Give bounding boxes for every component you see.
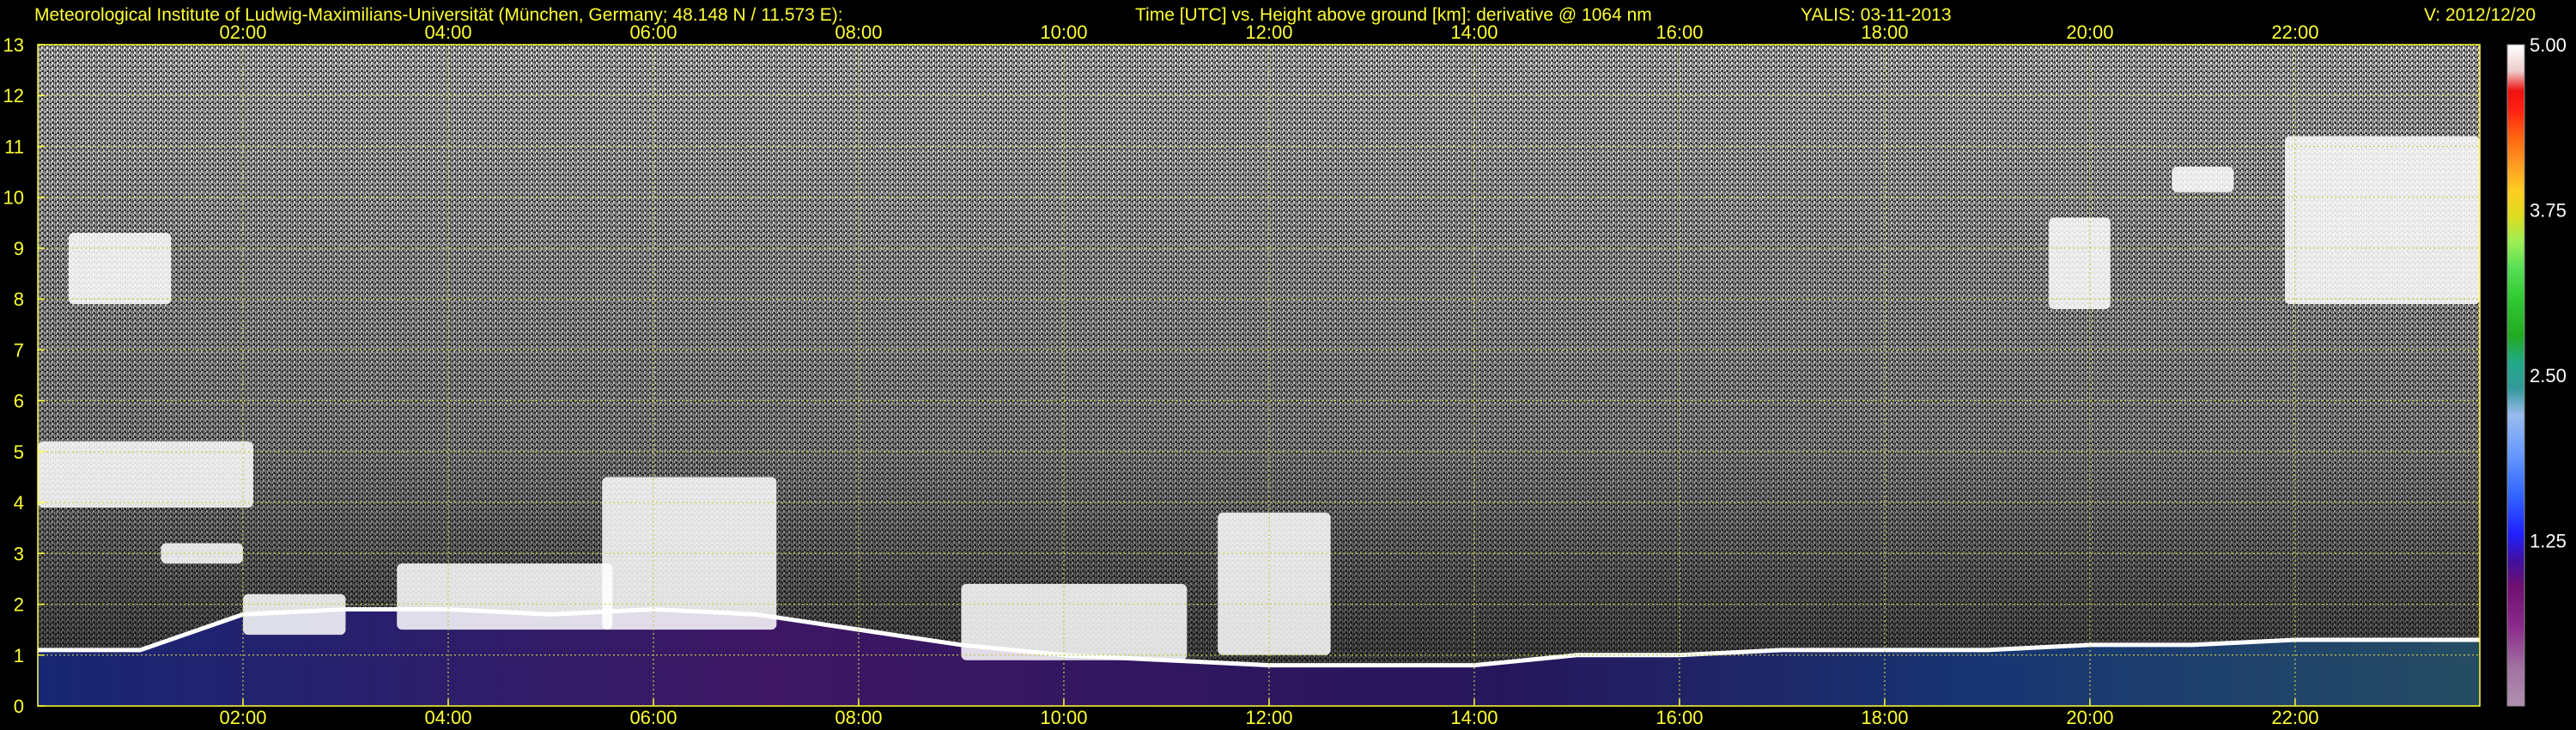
x-tick-label-top: 08:00 — [835, 21, 882, 43]
y-tick-label: 13 — [3, 34, 24, 56]
x-tick-label-top: 18:00 — [1861, 21, 1908, 43]
x-tick-label-top: 22:00 — [2271, 21, 2318, 43]
colorbar-gradient — [2507, 45, 2524, 706]
y-tick-label: 2 — [14, 594, 24, 616]
cloud-feature — [68, 233, 172, 305]
y-tick-label: 3 — [14, 543, 24, 564]
y-tick-label: 10 — [3, 187, 24, 209]
cloud-feature — [2172, 167, 2234, 192]
cloud-feature — [242, 593, 346, 636]
cloud-feature — [2284, 136, 2480, 305]
y-tick-label: 9 — [14, 238, 24, 259]
y-tick-label: 11 — [4, 136, 24, 157]
x-tick-label-bottom: 12:00 — [1245, 707, 1292, 728]
y-tick-label: 0 — [14, 696, 24, 717]
x-tick-label-bottom: 10:00 — [1040, 707, 1087, 728]
colorbar-tick-label: 2.50 — [2530, 365, 2567, 386]
x-tick-label-top: 10:00 — [1040, 21, 1087, 43]
y-tick-label: 4 — [14, 492, 24, 514]
cloud-feature — [602, 477, 777, 630]
y-tick-label: 12 — [3, 85, 24, 106]
y-tick-label: 6 — [14, 391, 24, 412]
y-tick-label: 5 — [14, 441, 24, 463]
x-tick-label-top: 04:00 — [424, 21, 471, 43]
colorbar: 1.25 2.50 3.75 5.00 — [2506, 34, 2567, 707]
x-tick-label-top: 02:00 — [219, 21, 266, 43]
cloud-feature — [961, 583, 1188, 660]
plot-area — [38, 45, 2480, 706]
x-tick-label-bottom: 02:00 — [219, 707, 266, 728]
x-tick-label-bottom: 08:00 — [835, 707, 882, 728]
cloud-feature — [1218, 512, 1331, 655]
x-tick-label-bottom: 18:00 — [1861, 707, 1908, 728]
x-tick-label-top: 20:00 — [2066, 21, 2113, 43]
x-tick-label-bottom: 16:00 — [1656, 707, 1703, 728]
y-tick-label: 1 — [14, 645, 24, 666]
x-tick-label-bottom: 20:00 — [2066, 707, 2113, 728]
colorbar-tick-label: 1.25 — [2530, 531, 2567, 552]
x-tick-label-bottom: 14:00 — [1450, 707, 1498, 728]
lidar-heatmap-chart: 02:00 02:00 04:00 04:00 06:00 06:00 08:00 08:00… — [3, 21, 2567, 728]
cloud-feature — [397, 563, 613, 630]
colorbar-tick-label: 5.00 — [2530, 34, 2567, 56]
colorbar-tick-label: 3.75 — [2530, 200, 2567, 222]
x-tick-label-bottom: 04:00 — [424, 707, 471, 728]
y-tick-label: 7 — [14, 339, 24, 361]
x-tick-label-bottom: 06:00 — [629, 707, 677, 728]
x-tick-label-top: 16:00 — [1656, 21, 1703, 43]
x-tick-label-top: 06:00 — [629, 21, 677, 43]
x-tick-label-top: 12:00 — [1245, 21, 1292, 43]
cloud-feature — [2049, 217, 2111, 309]
x-tick-label-top: 14:00 — [1450, 21, 1498, 43]
y-tick-label: 8 — [14, 289, 24, 310]
x-tick-label-bottom: 22:00 — [2271, 707, 2318, 728]
